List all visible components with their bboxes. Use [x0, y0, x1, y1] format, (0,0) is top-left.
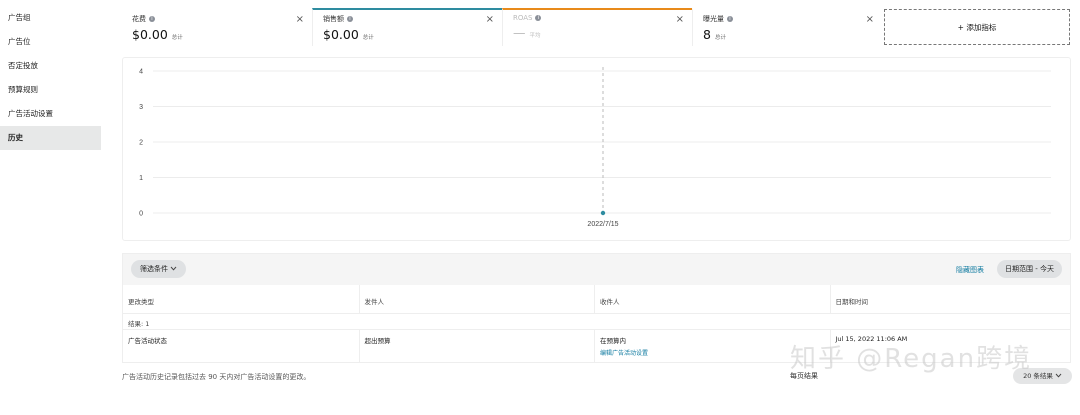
column-header-datetime[interactable]: 日期和时间 — [831, 285, 1071, 313]
metric-title-row: 销售额 i — [323, 14, 492, 24]
y-tick-label: 2 — [139, 140, 143, 147]
info-icon[interactable]: i — [347, 16, 353, 22]
metric-title: 销售额 — [323, 15, 344, 23]
metric-unit: 平均 — [529, 33, 541, 39]
column-header-change-type[interactable]: 更改类型 — [123, 285, 360, 313]
close-icon[interactable]: × — [676, 15, 684, 25]
x-tick-label: 2022/7/15 — [587, 221, 618, 228]
metric-card-impressions[interactable]: 曝光量 i × 8 总计 — [692, 8, 882, 46]
column-header-from[interactable]: 发件人 — [360, 285, 595, 313]
filter-bar: 筛选条件 隐藏图表 日期范围 - 今天 — [123, 254, 1070, 285]
metric-title-row: 曝光量 i — [703, 14, 872, 24]
metric-value-row: 8 总计 — [703, 27, 872, 42]
watermark: 知乎 @Regan跨境 — [790, 344, 1033, 374]
performance-chart: 4 3 2 1 0 2022/7/15 — [122, 57, 1071, 241]
y-tick-label: 3 — [139, 104, 143, 111]
metric-title-row: ROAS i — [513, 14, 682, 22]
info-icon[interactable]: i — [149, 16, 155, 22]
data-point — [600, 210, 606, 216]
info-icon[interactable]: i — [727, 16, 733, 22]
metric-cards: 花费 i × $0.00 总计 销售额 i × $0.00 总计 ROAS i … — [122, 8, 1072, 46]
metric-title: ROAS — [513, 14, 533, 22]
metric-card-sales[interactable]: 销售额 i × $0.00 总计 — [312, 8, 502, 46]
cell-from: 超出预算 — [360, 330, 595, 362]
metric-unit: 总计 — [171, 35, 183, 41]
metric-value-row: $0.00 总计 — [323, 27, 492, 42]
sidebar: 广告组 广告位 否定投放 预算规则 广告活动设置 历史 — [0, 6, 101, 150]
hide-chart-link[interactable]: 隐藏图表 — [956, 265, 984, 275]
chevron-down-icon — [1055, 372, 1062, 380]
y-tick-label: 1 — [139, 175, 143, 182]
metric-value: 8 — [703, 27, 711, 42]
metric-unit: 总计 — [714, 35, 726, 41]
info-icon[interactable]: i — [535, 15, 542, 21]
column-header-to[interactable]: 收件人 — [595, 285, 831, 313]
table-header: 更改类型 发件人 收件人 日期和时间 — [123, 285, 1070, 314]
sidebar-item-history[interactable]: 历史 — [0, 126, 101, 150]
metric-title-row: 花费 i — [132, 14, 302, 24]
metric-unit: 总计 — [362, 35, 374, 41]
cell-to-value: 在预算内 — [600, 337, 626, 345]
chevron-down-icon — [170, 265, 177, 273]
sidebar-item-budget-rules[interactable]: 预算规则 — [0, 78, 101, 102]
add-metric-button[interactable]: + 添加指标 — [884, 9, 1070, 45]
filter-button-label: 筛选条件 — [140, 265, 168, 273]
sidebar-item-placements[interactable]: 广告位 — [0, 30, 101, 54]
metric-title: 花费 — [132, 15, 146, 23]
chart-svg: 4 3 2 1 0 2022/7/15 — [139, 67, 1051, 228]
results-count: 结果: 1 — [123, 314, 1070, 330]
close-icon[interactable]: × — [486, 15, 494, 25]
date-range-button[interactable]: 日期范围 - 今天 — [997, 260, 1062, 278]
metric-value-row: — 平均 — [513, 25, 682, 40]
metric-value: — — [513, 25, 526, 40]
metric-value: $0.00 — [132, 27, 168, 42]
sidebar-item-ad-groups[interactable]: 广告组 — [0, 6, 101, 30]
sidebar-item-campaign-settings[interactable]: 广告活动设置 — [0, 102, 101, 126]
history-footnote: 广告活动历史记录包括过去 90 天内对广告活动设置的更改。 — [122, 373, 311, 381]
filter-button[interactable]: 筛选条件 — [131, 260, 187, 278]
y-tick-label: 4 — [139, 69, 143, 76]
metric-title: 曝光量 — [703, 15, 724, 23]
sidebar-item-negative-targeting[interactable]: 否定投放 — [0, 54, 101, 78]
cell-change-type: 广告活动状态 — [123, 330, 360, 362]
close-icon[interactable]: × — [296, 15, 304, 25]
metric-card-roas[interactable]: ROAS i × — 平均 — [502, 8, 692, 46]
metric-card-spend[interactable]: 花费 i × $0.00 总计 — [122, 8, 312, 46]
close-icon[interactable]: × — [866, 15, 874, 25]
y-tick-label: 0 — [139, 211, 143, 218]
metric-value: $0.00 — [323, 27, 359, 42]
metric-value-row: $0.00 总计 — [132, 27, 302, 42]
